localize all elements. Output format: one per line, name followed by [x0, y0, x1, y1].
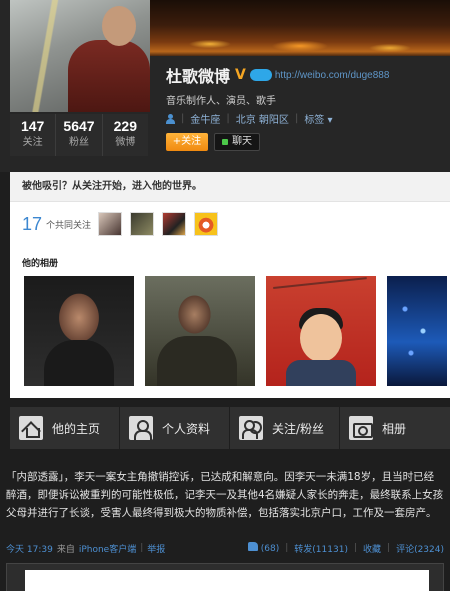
like-button[interactable]: (68) — [247, 542, 280, 554]
post-text: 「内部透露」，李天一案女主角撤销控诉，已达成和解意向。因李天一未满18岁，且当时… — [6, 471, 444, 519]
people-icon — [239, 416, 263, 440]
stat-weibo[interactable]: 229 微博 — [103, 114, 148, 156]
tab-profile-info[interactable]: 个人资料 — [120, 407, 230, 449]
profile-info-row: | 金牛座 | 北京 朝阳区 | 标签 ▾ — [166, 111, 333, 126]
recommend-heading: 被他吸引？从关注开始，进入他的世界。 — [10, 172, 450, 202]
profile-name: 杜歌微博 — [166, 67, 231, 86]
favorite-button[interactable]: 收藏 — [363, 542, 381, 555]
divider: | — [387, 543, 391, 553]
divider: | — [140, 543, 144, 553]
stat-label: 粉丝 — [68, 137, 89, 148]
stat-fans[interactable]: 5647 粉丝 — [56, 114, 103, 156]
stat-value: 229 — [113, 118, 137, 134]
stat-following[interactable]: 147 关注 — [10, 114, 57, 156]
stat-value: 5647 — [63, 118, 95, 134]
profile-url[interactable]: http://weibo.com/duge888 — [275, 70, 390, 81]
profile-description: 音乐制作人、演员、歌手 — [166, 96, 276, 107]
post-time[interactable]: 今天 17:39 — [6, 542, 53, 555]
chat-button[interactable]: 聊天 — [214, 133, 260, 151]
photo-coat — [286, 360, 356, 386]
album-photos — [24, 276, 447, 386]
home-icon — [19, 416, 43, 440]
avatar-head — [102, 6, 136, 46]
action-buttons: +关注 聊天 — [166, 133, 260, 151]
repost-card-body — [25, 570, 429, 591]
vip-badge-icon[interactable] — [249, 69, 272, 81]
thumbs-up-icon — [247, 542, 258, 551]
repost-button[interactable]: 转发(11131) — [294, 542, 348, 555]
profile-header: 147 关注 5647 粉丝 229 微博 杜歌微博 V http://weib… — [0, 0, 450, 172]
verified-icon: V — [235, 67, 246, 83]
stat-label: 微博 — [115, 137, 136, 148]
tags-dropdown[interactable]: 标签 ▾ — [304, 111, 332, 126]
person-icon — [129, 416, 153, 440]
report-link[interactable]: 举报 — [147, 542, 165, 555]
divider: | — [353, 543, 357, 553]
post-source[interactable]: iPhone客户端 — [79, 542, 136, 555]
tab-album[interactable]: 相册 — [340, 407, 450, 449]
common-avatar[interactable] — [98, 212, 123, 236]
tab-label: 他的主页 — [52, 421, 101, 436]
tab-label: 关注/粉丝 — [272, 421, 325, 436]
divider: | — [181, 113, 185, 124]
divider: | — [294, 113, 299, 124]
avatar-figure — [68, 40, 150, 112]
avatar[interactable] — [10, 0, 150, 112]
post-actions: (68) | 转发(11131) | 收藏 | 评论(2324) — [247, 542, 444, 555]
stat-label: 关注 — [22, 137, 43, 148]
profile-tabs: 他的主页 个人资料 关注/粉丝 相册 — [10, 407, 450, 449]
avatar-road — [18, 0, 74, 112]
stat-value: 147 — [20, 118, 45, 134]
photo-face — [300, 314, 342, 362]
tab-label: 相册 — [382, 421, 407, 436]
online-dot-icon — [222, 139, 228, 145]
photo-scrawl — [273, 277, 369, 309]
post-meta: 今天 17:39 来自 iPhone客户端 | 举报 (68) | 转发(111… — [6, 540, 444, 556]
post-meta-left: 今天 17:39 来自 iPhone客户端 | 举报 — [6, 542, 165, 555]
tab-label: 个人资料 — [162, 421, 211, 436]
album-photo[interactable] — [387, 276, 447, 386]
common-avatar[interactable] — [194, 212, 219, 236]
album-title: 他的相册 — [22, 259, 59, 269]
profile-stats: 147 关注 5647 粉丝 229 微博 — [10, 114, 148, 156]
divider: | — [285, 543, 289, 553]
photo-figure — [44, 340, 114, 386]
album-photo[interactable] — [145, 276, 255, 386]
common-avatar[interactable] — [130, 212, 155, 236]
like-count: (68) — [260, 544, 280, 554]
common-avatar[interactable] — [162, 212, 187, 236]
cover-banner — [150, 0, 450, 56]
common-follows: 17 个共同关注 — [22, 210, 226, 238]
divider: | — [226, 113, 230, 124]
photo-figure — [157, 336, 237, 386]
comment-button[interactable]: 评论(2324) — [396, 542, 444, 555]
name-row: 杜歌微博 V http://weibo.com/duge888 — [166, 64, 389, 86]
album-photo[interactable] — [266, 276, 376, 386]
source-prefix: 来自 — [56, 544, 75, 555]
common-count[interactable]: 17 — [22, 214, 42, 235]
tab-home[interactable]: 他的主页 — [10, 407, 120, 449]
repost-card — [6, 563, 444, 591]
follow-button[interactable]: +关注 — [166, 133, 208, 151]
recommend-panel: 被他吸引？从关注开始，进入他的世界。 17 个共同关注 他的相册 — [10, 172, 450, 398]
camera-icon — [349, 416, 373, 440]
location-link[interactable]: 北京 朝阳区 — [236, 111, 289, 126]
album-photo[interactable] — [24, 276, 134, 386]
chat-label: 聊天 — [232, 136, 252, 147]
common-label: 个共同关注 — [46, 220, 92, 231]
tab-follows-fans[interactable]: 关注/粉丝 — [230, 407, 340, 449]
person-icon — [166, 113, 175, 124]
zodiac-link[interactable]: 金牛座 — [190, 111, 220, 126]
